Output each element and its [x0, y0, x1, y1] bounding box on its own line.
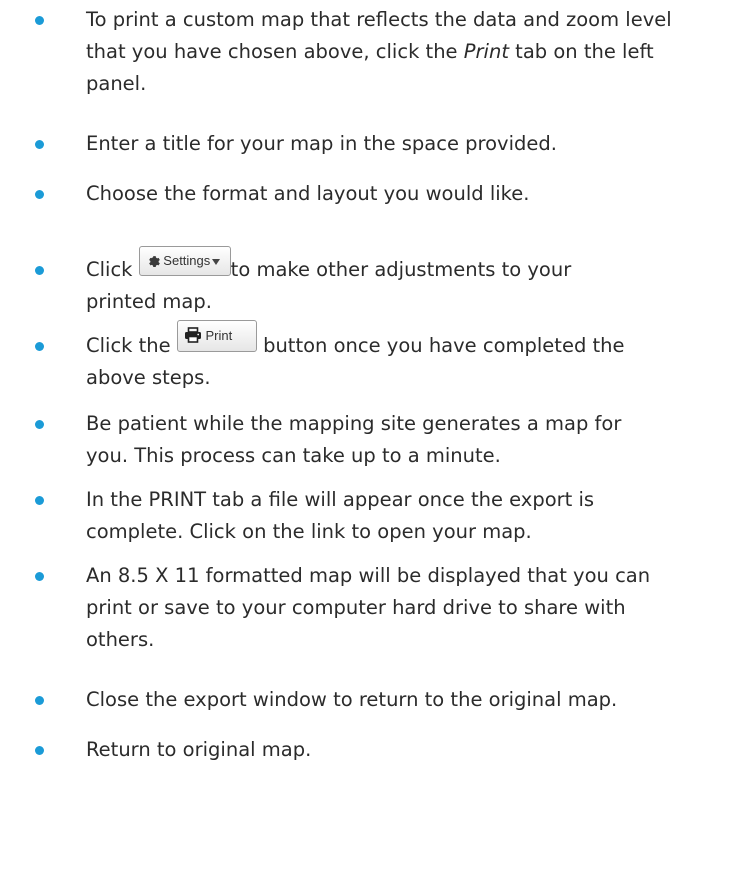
- list-item-text: Click Settings to make other adjustments …: [86, 246, 736, 286]
- list-item-text: you. This process can take up to a minut…: [86, 440, 736, 472]
- list-item-text: print or save to your computer hard driv…: [86, 592, 736, 624]
- bullet-icon: [35, 342, 44, 351]
- bullet-icon: [35, 140, 44, 149]
- instruction-document: To print a custom map that reflects the …: [0, 0, 742, 884]
- printer-icon: [184, 327, 201, 343]
- settings-button[interactable]: Settings: [138, 246, 231, 276]
- text-line: Choose the format and layout you would l…: [86, 182, 530, 205]
- list-item-text: An 8.5 X 11 formatted map will be displa…: [86, 560, 736, 592]
- list-item-text: Close the export window to return to the…: [86, 684, 736, 716]
- list-item-text: Click the Print button once you have com…: [86, 320, 736, 362]
- text-line: you. This process can take up to a minut…: [86, 444, 501, 467]
- text-line: tab on the left: [508, 40, 654, 63]
- text-line: Be patient while the mapping site genera…: [86, 412, 622, 435]
- text-line: to make other adjustments to your: [230, 258, 572, 281]
- gear-icon: [148, 256, 160, 268]
- list-item-text: that you have chosen above, click the Pr…: [86, 36, 736, 68]
- list-item-text: Choose the format and layout you would l…: [86, 178, 736, 210]
- list-item-text: Be patient while the mapping site genera…: [86, 408, 736, 440]
- text-line: complete. Click on the link to open your…: [86, 520, 532, 543]
- list-item-text: panel.: [86, 68, 736, 100]
- bullet-icon: [35, 266, 44, 275]
- text-line: Enter a title for your map in the space …: [86, 132, 557, 155]
- bullet-icon: [35, 746, 44, 755]
- text-line: above steps.: [86, 366, 211, 389]
- list-item-text: others.: [86, 624, 736, 656]
- print-button[interactable]: Print: [176, 320, 257, 352]
- text-line: An 8.5 X 11 formatted map will be displa…: [86, 564, 651, 587]
- text-line: print or save to your computer hard driv…: [86, 596, 626, 619]
- bullet-icon: [35, 16, 44, 25]
- text-line: panel.: [86, 72, 147, 95]
- text-line: Return to original map.: [86, 738, 312, 761]
- print-tab-reference: Print: [463, 40, 509, 63]
- text-line: Click: [86, 258, 139, 281]
- settings-button-label: Settings: [163, 253, 211, 268]
- bullet-icon: [35, 572, 44, 581]
- bullet-icon: [35, 420, 44, 429]
- bullet-icon: [35, 696, 44, 705]
- list-item-text: printed map.: [86, 286, 736, 318]
- bullet-icon: [35, 496, 44, 505]
- chevron-down-icon: [212, 258, 221, 265]
- text-line: that you have chosen above, click the: [86, 40, 464, 63]
- list-item-text: In the PRINT tab a file will appear once…: [86, 484, 736, 516]
- list-item-text: above steps.: [86, 362, 736, 394]
- text-line: Click the: [86, 334, 177, 357]
- text-line: others.: [86, 628, 155, 651]
- text-line: In the PRINT tab a file will appear once…: [86, 488, 595, 511]
- list-item-text: complete. Click on the link to open your…: [86, 516, 736, 548]
- text-line: To print a custom map that reflects the …: [86, 8, 672, 31]
- bullet-icon: [35, 190, 44, 199]
- print-button-label: Print: [205, 328, 233, 343]
- list-item-text: To print a custom map that reflects the …: [86, 4, 736, 36]
- list-item-text: Return to original map.: [86, 734, 736, 766]
- list-item-text: Enter a title for your map in the space …: [86, 128, 736, 160]
- text-line: printed map.: [86, 290, 212, 313]
- text-line: Close the export window to return to the…: [86, 688, 618, 711]
- text-line: button once you have completed the: [256, 334, 625, 357]
